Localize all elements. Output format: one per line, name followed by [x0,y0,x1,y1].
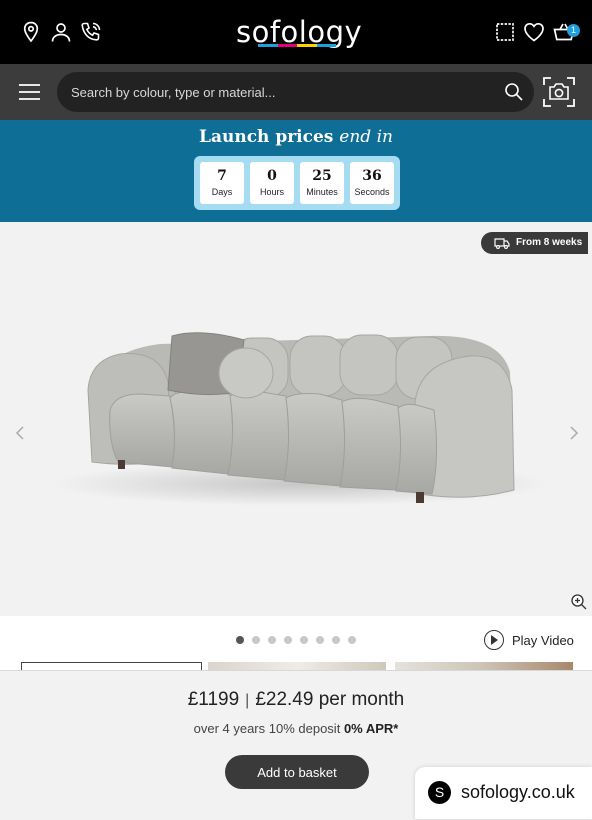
camera-search-icon[interactable] [543,77,575,107]
carousel-dot[interactable] [268,636,276,644]
countdown-timer: 7 Days 0 Hours 25 Minutes 36 Seconds [194,156,400,210]
search-input[interactable] [71,72,491,112]
carousel-dots[interactable] [236,636,356,646]
logo-color-bar [258,44,336,47]
carousel-dot[interactable] [348,636,356,644]
site-domain: sofology.co.uk [461,782,575,802]
apr-text: 0% APR* [343,721,399,736]
countdown-value: 36 [362,168,382,184]
carousel-dot[interactable] [300,636,308,644]
search-icon[interactable] [504,82,524,102]
basket-count-badge: 1 [567,24,580,37]
countdown-value: 25 [312,168,332,184]
play-icon [484,630,504,650]
price-divider: | [245,692,250,709]
add-to-basket-button[interactable]: Add to basket [225,755,369,789]
play-video-label: Play Video [512,632,574,648]
countdown-hours: 0 Hours [250,162,294,204]
countdown-days: 7 Days [200,162,244,204]
play-video-button[interactable]: Play Video [484,629,574,651]
countdown-value: 0 [267,168,277,184]
carousel-dot[interactable] [252,636,260,644]
fabric-swatch-icon[interactable] [493,20,517,44]
countdown-unit: Minutes [306,187,338,197]
finance-terms-text: over 4 years 10% deposit [193,721,341,736]
countdown-value: 7 [217,168,227,184]
carousel-dot[interactable] [284,636,292,644]
top-navigation-bar: sofology 1 [0,0,592,64]
site-favicon: S [428,781,451,804]
site-domain-tag: S sofology.co.uk [415,767,592,819]
launch-title-text: Launch prices [199,127,334,147]
phone-icon[interactable] [79,20,103,44]
launch-countdown-banner: Launch prices end in 7 Days 0 Hours 25 M… [0,120,592,222]
menu-icon[interactable] [18,82,41,102]
zoom-in-icon[interactable] [570,593,588,611]
product-price: £1199 [187,689,240,710]
countdown-unit: Seconds [354,187,390,197]
launch-title: Launch prices end in [0,127,592,147]
location-pin-icon[interactable] [19,20,43,44]
countdown-unit: Hours [259,187,284,197]
sofa-product-image [50,332,550,506]
countdown-seconds: 36 Seconds [350,162,394,204]
search-field[interactable] [57,72,534,112]
carousel-dot[interactable] [236,636,244,644]
carousel-dot[interactable] [316,636,324,644]
countdown-unit: Days [211,187,233,197]
previous-image-arrow[interactable] [12,425,28,441]
monthly-price: £22.49 per month [255,689,405,710]
product-image-gallery[interactable]: From 8 weeks [0,222,592,616]
countdown-minutes: 25 Minutes [300,162,344,204]
carousel-dot[interactable] [332,636,340,644]
price-line: £1199 | £22.49 per month [0,689,592,711]
launch-title-emphasis: end in [339,127,393,147]
account-icon[interactable] [49,20,73,44]
finance-terms: over 4 years 10% deposit 0% APR* [0,721,592,736]
next-image-arrow[interactable] [566,425,582,441]
heart-icon[interactable] [522,20,546,44]
search-bar [0,64,592,120]
